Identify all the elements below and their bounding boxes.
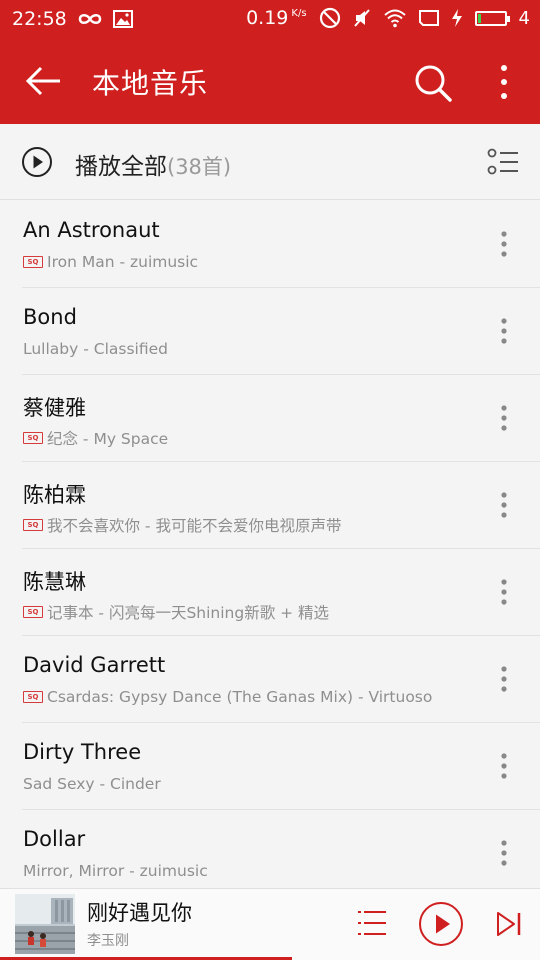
song-subtitle-text: 纪念 - My Space bbox=[47, 430, 169, 448]
song-title: David Garrett bbox=[23, 653, 166, 677]
song-title: Dollar bbox=[23, 827, 86, 851]
screen-icon bbox=[418, 10, 439, 26]
album-cover[interactable] bbox=[15, 894, 75, 954]
song-title: An Astronaut bbox=[23, 218, 160, 242]
skip-next-icon[interactable] bbox=[495, 910, 523, 938]
toolbar: 本地音乐 bbox=[0, 38, 540, 124]
song-item[interactable]: 陈慧琳 SQ 记事本 - 闪亮每一天Shining新歌 + 精选 bbox=[0, 548, 540, 635]
song-subtitle-text: Lullaby - Classified bbox=[23, 340, 168, 358]
song-subtitle-text: 记事本 - 闪亮每一天Shining新歌 + 精选 bbox=[47, 604, 330, 622]
song-title: 陈慧琳 bbox=[23, 570, 86, 594]
song-subtitle: Sad Sexy - Cinder bbox=[23, 775, 161, 793]
song-subtitle-text: Sad Sexy - Cinder bbox=[23, 775, 161, 793]
song-subtitle: SQ 我不会喜欢你 - 我可能不会爱你电视原声带 bbox=[23, 514, 341, 536]
search-icon[interactable] bbox=[410, 60, 454, 104]
song-title: Dirty Three bbox=[23, 740, 142, 764]
multi-select-icon[interactable] bbox=[487, 148, 519, 176]
song-item[interactable]: An Astronaut SQ Iron Man - zuimusic bbox=[0, 200, 540, 287]
song-subtitle-text: Iron Man - zuimusic bbox=[47, 253, 199, 271]
dnd-icon bbox=[319, 7, 340, 29]
sq-badge-icon: SQ bbox=[23, 691, 43, 703]
charging-icon bbox=[451, 9, 462, 27]
battery-icon bbox=[474, 10, 510, 26]
sq-badge-icon: SQ bbox=[23, 256, 43, 268]
song-title: 蔡健雅 bbox=[23, 396, 86, 420]
play-all-label[interactable]: 播放全部(38首) bbox=[75, 147, 231, 181]
song-subtitle: SQ 纪念 - My Space bbox=[23, 427, 168, 449]
song-subtitle: SQ 记事本 - 闪亮每一天Shining新歌 + 精选 bbox=[23, 601, 329, 623]
sq-badge-icon: SQ bbox=[23, 432, 43, 444]
song-subtitle-text: Csardas: Gypsy Dance (The Ganas Mix) - V… bbox=[47, 688, 433, 706]
song-item[interactable]: Dollar Mirror, Mirror - zuimusic bbox=[0, 809, 540, 896]
song-item[interactable]: Bond Lullaby - Classified bbox=[0, 287, 540, 374]
wifi-icon bbox=[383, 9, 406, 28]
sq-badge-icon: SQ bbox=[23, 519, 43, 531]
song-list: An Astronaut SQ Iron Man - zuimusic Bond … bbox=[0, 200, 540, 896]
song-item[interactable]: 蔡健雅 SQ 纪念 - My Space bbox=[0, 374, 540, 461]
play-all-row[interactable]: 播放全部(38首) bbox=[0, 124, 540, 200]
more-vert-icon[interactable] bbox=[492, 60, 516, 104]
song-item[interactable]: Dirty Three Sad Sexy - Cinder bbox=[0, 722, 540, 809]
more-vert-icon[interactable] bbox=[494, 489, 514, 521]
song-subtitle-text: 我不会喜欢你 - 我可能不会爱你电视原声带 bbox=[47, 517, 342, 535]
mute-icon bbox=[353, 9, 370, 27]
now-playing-artist: 李玉刚 bbox=[87, 933, 129, 949]
infinity-icon bbox=[78, 14, 102, 24]
song-item[interactable]: 陈柏霖 SQ 我不会喜欢你 - 我可能不会爱你电视原声带 bbox=[0, 461, 540, 548]
network-speed: 0.19 K/s bbox=[246, 7, 307, 29]
song-subtitle: SQ Iron Man - zuimusic bbox=[23, 253, 198, 271]
song-subtitle-text: Mirror, Mirror - zuimusic bbox=[23, 862, 208, 880]
status-time: 22:58 bbox=[12, 8, 67, 30]
status-bar: 22:58 0.19 K/s 4 bbox=[0, 0, 540, 38]
song-subtitle: SQ Csardas: Gypsy Dance (The Ganas Mix) -… bbox=[23, 688, 432, 706]
play-icon[interactable] bbox=[418, 901, 464, 947]
sq-badge-icon: SQ bbox=[23, 606, 43, 618]
song-item[interactable]: David Garrett SQ Csardas: Gypsy Dance (Th… bbox=[0, 635, 540, 722]
playlist-icon[interactable] bbox=[356, 909, 388, 937]
signal-label: 4 bbox=[518, 7, 530, 29]
more-vert-icon[interactable] bbox=[494, 837, 514, 869]
more-vert-icon[interactable] bbox=[494, 576, 514, 608]
song-subtitle: Mirror, Mirror - zuimusic bbox=[23, 862, 208, 880]
page-title: 本地音乐 bbox=[92, 67, 209, 100]
arrow-left-icon[interactable] bbox=[22, 60, 64, 102]
more-vert-icon[interactable] bbox=[494, 750, 514, 782]
image-icon bbox=[112, 10, 133, 28]
play-circle-icon[interactable] bbox=[21, 146, 53, 178]
more-vert-icon[interactable] bbox=[494, 228, 514, 260]
more-vert-icon[interactable] bbox=[494, 663, 514, 695]
song-title: 陈柏霖 bbox=[23, 483, 86, 507]
mini-player[interactable]: 刚好遇见你 李玉刚 bbox=[0, 888, 540, 960]
more-vert-icon[interactable] bbox=[494, 315, 514, 347]
song-count: (38首) bbox=[167, 155, 232, 179]
now-playing-title: 刚好遇见你 bbox=[87, 901, 192, 925]
song-subtitle: Lullaby - Classified bbox=[23, 340, 168, 358]
more-vert-icon[interactable] bbox=[494, 402, 514, 434]
song-title: Bond bbox=[23, 305, 77, 329]
